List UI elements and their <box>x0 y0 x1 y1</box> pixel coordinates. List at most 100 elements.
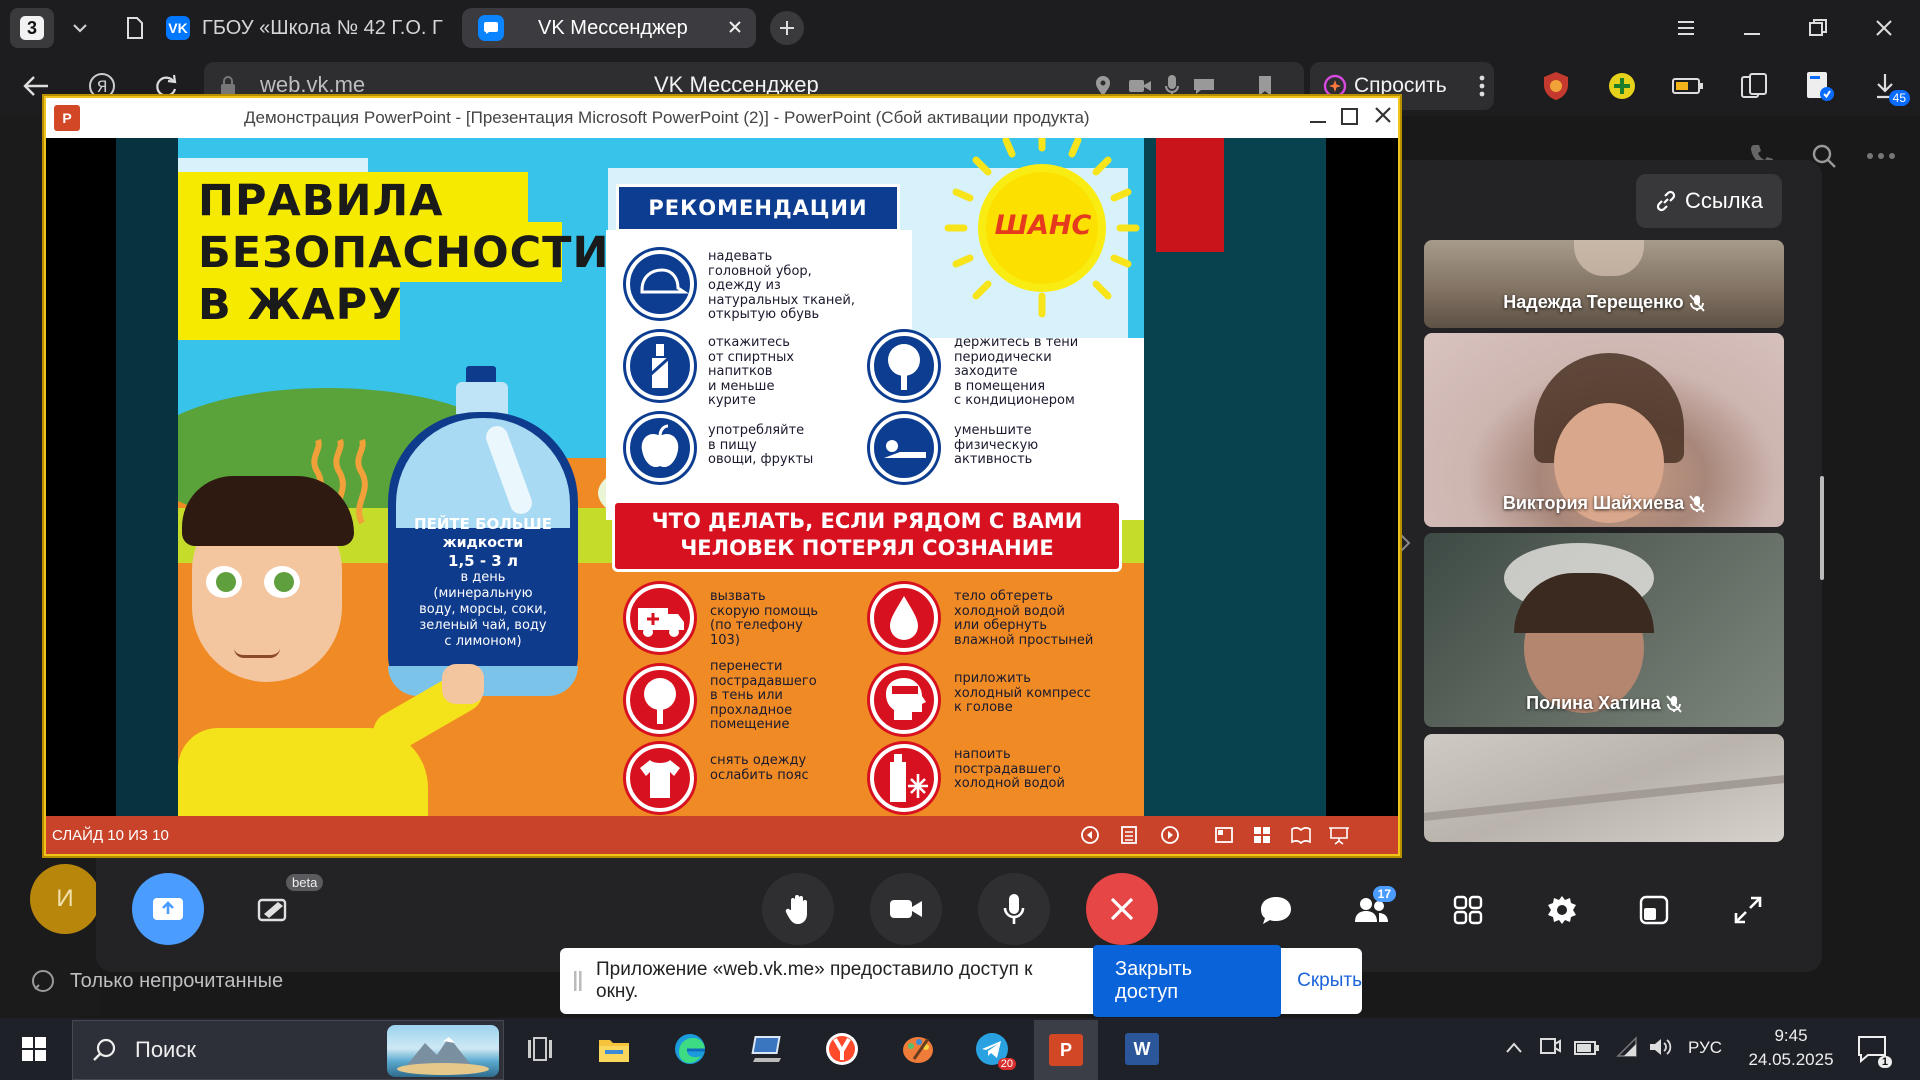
windows-start-icon[interactable] <box>10 1026 58 1072</box>
restore-icon[interactable] <box>1806 16 1830 40</box>
tray-language[interactable]: РУС <box>1688 1038 1722 1058</box>
ppt-minimize-icon[interactable] <box>1308 108 1328 128</box>
word-app-icon[interactable]: W <box>1118 1026 1166 1072</box>
tray-volume-icon[interactable] <box>1648 1036 1674 1058</box>
battery-icon[interactable] <box>1670 70 1706 102</box>
yandex-browser-icon[interactable] <box>818 1026 866 1072</box>
menu-icon[interactable] <box>1674 16 1698 40</box>
task-view-icon[interactable] <box>516 1026 564 1072</box>
camera-toggle-button[interactable] <box>870 873 942 945</box>
minimize-icon[interactable] <box>1740 16 1764 40</box>
taskbar-powerpoint-active[interactable]: P <box>1034 1020 1098 1080</box>
tab-label: VK Мессенджер <box>538 16 688 39</box>
end-call-button[interactable] <box>1086 873 1158 945</box>
more-vertical-icon[interactable] <box>1470 70 1494 102</box>
tab-school[interactable]: VK ГБОУ «Школа № 42 Г.О. Г <box>120 8 450 48</box>
tray-clock[interactable]: 9:45 24.05.2025 <box>1746 1024 1836 1072</box>
clock-time: 9:45 <box>1774 1026 1808 1045</box>
ppt-title-bar[interactable]: P Демонстрация PowerPoint - [Презентация… <box>46 98 1398 138</box>
prev-slide-icon[interactable] <box>1080 825 1100 845</box>
slide-viewport: ПРАВИЛА БЕЗОПАСНОСТИ В ЖАРУ ПЕЙТЕ БОЛЬШЕ… <box>46 138 1398 816</box>
tray-chevron-icon[interactable] <box>1504 1040 1524 1056</box>
participant-tile[interactable]: Полина Хатина <box>1424 533 1784 727</box>
shirt-icon <box>626 744 694 812</box>
chat-button[interactable] <box>1246 880 1306 940</box>
window-share-banner: Приложение «web.vk.me» предоставило дост… <box>560 945 1362 1017</box>
taskbar-search[interactable]: Поиск <box>72 1020 504 1080</box>
fullscreen-button[interactable] <box>1718 880 1778 940</box>
close-window-icon[interactable] <box>1872 16 1896 40</box>
slide-title-box: ПРАВИЛА БЕЗОПАСНОСТИ В ЖАРУ <box>178 172 609 340</box>
cap-icon <box>626 250 694 318</box>
file-explorer-icon[interactable] <box>590 1026 638 1072</box>
ppt-maximize-icon[interactable] <box>1340 106 1360 126</box>
ppt-close-icon[interactable] <box>1372 104 1394 126</box>
raise-hand-button[interactable] <box>762 873 834 945</box>
next-slide-icon[interactable] <box>1160 825 1180 845</box>
tab-counter-button[interactable]: 3 <box>10 8 54 48</box>
hide-banner-button[interactable]: Скрыть <box>1297 970 1362 992</box>
extension-shield-icon[interactable] <box>1538 68 1574 104</box>
extension-plus-icon[interactable] <box>1604 68 1640 104</box>
collapse-chevron-icon[interactable] <box>1398 532 1412 554</box>
ambulance-icon <box>626 584 694 652</box>
telegram-badge: 20 <box>997 1058 1016 1070</box>
link-button[interactable]: Ссылка <box>1636 174 1782 228</box>
water-drop-icon <box>870 584 938 652</box>
notifications-icon[interactable]: 1 <box>1856 1034 1892 1068</box>
rec-text: надевать головной убор, одежду из натура… <box>708 249 855 322</box>
bookmark-icon[interactable] <box>1256 74 1274 98</box>
participants-button[interactable]: 17 <box>1342 880 1402 940</box>
muted-mic-icon <box>1689 495 1705 513</box>
muted-mic-icon <box>1689 294 1705 312</box>
tray-battery-icon[interactable] <box>1574 1040 1600 1056</box>
search-placeholder: Поиск <box>135 1037 196 1062</box>
account-icon[interactable] <box>1802 68 1838 104</box>
tree-icon <box>626 666 694 734</box>
ppt-window-title: Демонстрация PowerPoint - [Презентация M… <box>244 108 1090 127</box>
document-icon <box>126 17 144 39</box>
tray-wifi-icon[interactable] <box>1614 1036 1640 1058</box>
participant-tile[interactable]: Надежда Терещенко <box>1424 240 1784 328</box>
slide-sorter-icon[interactable] <box>1252 825 1272 845</box>
tab-vk-messenger[interactable]: VK Мессенджер <box>462 8 756 48</box>
close-tab-icon[interactable] <box>726 18 744 36</box>
telegram-icon[interactable]: 20 <box>968 1026 1016 1072</box>
microphone-icon[interactable] <box>1164 74 1180 98</box>
vk-avatar[interactable]: И <box>30 864 100 934</box>
lock-icon <box>218 75 238 97</box>
settings-button[interactable] <box>1532 880 1592 940</box>
grid-layout-button[interactable] <box>1438 880 1498 940</box>
screen-share-button[interactable] <box>132 873 204 945</box>
paint-icon[interactable] <box>894 1026 942 1072</box>
reading-view-icon[interactable] <box>1290 825 1312 845</box>
help-text: напоить пострадавшего холодной водой <box>954 747 1065 791</box>
more-horizontal-icon[interactable] <box>1866 152 1896 160</box>
participant-name: Надежда Терещенко <box>1424 292 1784 313</box>
normal-view-icon[interactable] <box>1214 825 1234 845</box>
collections-icon[interactable] <box>1736 68 1772 104</box>
tab-list-chevron-icon[interactable] <box>66 16 94 40</box>
microphone-toggle-button[interactable] <box>978 873 1050 945</box>
edge-browser-icon[interactable] <box>666 1026 714 1072</box>
remote-desktop-icon[interactable] <box>744 1026 792 1072</box>
slide-title-line: В ЖАРУ <box>198 280 403 330</box>
tray-meet-icon[interactable] <box>1538 1036 1562 1058</box>
new-tab-button[interactable] <box>770 11 804 45</box>
tiles-scrollbar[interactable] <box>1820 476 1824 580</box>
chat-icon[interactable] <box>1192 76 1216 96</box>
muted-mic-icon <box>1666 695 1682 713</box>
slideshow-icon[interactable] <box>1328 825 1350 845</box>
share-message: Приложение «web.vk.me» предоставило дост… <box>596 959 1033 1002</box>
drag-handle-icon[interactable] <box>574 970 582 992</box>
pip-button[interactable] <box>1624 880 1684 940</box>
downloads-icon[interactable]: 45 <box>1866 66 1910 106</box>
slide-menu-icon[interactable] <box>1120 825 1138 845</box>
ppt-status-bar: СЛАЙД 10 ИЗ 10 <box>46 816 1398 854</box>
stop-sharing-button[interactable]: Закрыть доступ <box>1093 945 1282 1017</box>
participant-tile[interactable] <box>1424 734 1784 842</box>
participant-tile[interactable]: Виктория Шайхиева <box>1424 333 1784 527</box>
location-icon[interactable] <box>1094 75 1112 97</box>
tree-shade-icon <box>870 332 938 400</box>
camera-icon[interactable] <box>1128 77 1152 95</box>
